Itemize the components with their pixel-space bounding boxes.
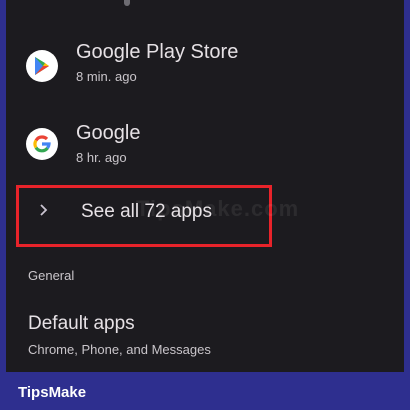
scroll-fade-item xyxy=(124,0,130,6)
google-g-glyph xyxy=(33,135,51,153)
settings-screen: Google Play Store 8 min. ago Google 8 hr… xyxy=(6,0,404,372)
play-store-glyph xyxy=(35,57,49,75)
default-apps-title: Default apps xyxy=(28,313,135,334)
section-header-general: General xyxy=(28,268,75,283)
google-g-icon xyxy=(26,128,58,160)
app-name: Google xyxy=(76,122,141,144)
recent-app-row-google[interactable]: Google 8 hr. ago xyxy=(6,112,404,182)
recent-app-row-play-store[interactable]: Google Play Store 8 min. ago xyxy=(6,33,404,103)
play-store-icon xyxy=(26,50,58,82)
app-last-used: 8 min. ago xyxy=(76,69,137,84)
app-last-used: 8 hr. ago xyxy=(76,150,127,165)
frame-border: Google Play Store 8 min. ago Google 8 hr… xyxy=(0,0,410,410)
app-name: Google Play Store xyxy=(76,41,239,63)
watermark-text: TipsMake.com xyxy=(136,196,300,221)
default-apps-subtitle: Chrome, Phone, and Messages xyxy=(28,342,211,357)
brand-label: TipsMake xyxy=(18,384,87,401)
